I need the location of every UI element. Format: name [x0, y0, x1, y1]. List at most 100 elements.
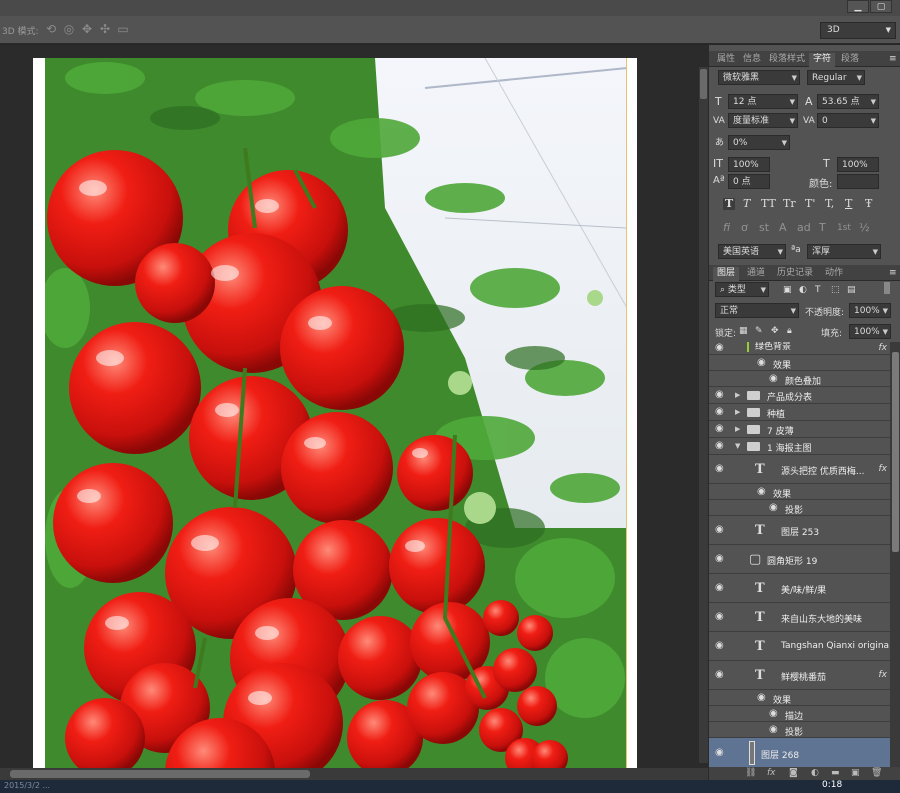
strikethrough-button[interactable]: Ŧ — [865, 198, 872, 210]
visibility-eye-icon[interactable]: ◉ — [715, 583, 727, 593]
layer-row[interactable]: ◉ T 图层 253 — [709, 516, 890, 545]
tab-layers[interactable]: 图层 — [713, 267, 740, 281]
layer-row[interactable]: ◉ 效果 — [709, 355, 890, 371]
layer-row[interactable]: ◉ T 源头把控 优质西梅... fx — [709, 455, 890, 484]
antialias-select[interactable]: 浑厚 ▼ — [807, 244, 881, 259]
tab-paragraph-styles[interactable]: 段落样式 — [765, 53, 809, 67]
kerning-select[interactable]: 度量标准 ▼ — [728, 113, 798, 128]
visibility-eye-icon[interactable]: ◉ — [715, 343, 727, 353]
roll-3d-icon[interactable]: ◎ — [62, 22, 76, 36]
effect-eye-icon[interactable]: ◉ — [769, 374, 781, 384]
layer-row[interactable]: ◉ 图层 268 — [709, 738, 890, 767]
layer-row[interactable]: ◉ ▼ 1 海报主图 — [709, 438, 890, 455]
tracking-field[interactable]: 0 ▼ — [817, 113, 879, 128]
filter-shape-icon[interactable]: ⬚ — [831, 284, 840, 296]
fractions-button[interactable]: ½ — [859, 222, 870, 234]
visibility-eye-icon[interactable]: ◉ — [715, 670, 727, 680]
layer-row[interactable]: ◉ ▶ 种植 — [709, 404, 890, 421]
opacity-field[interactable]: 100% ▼ — [849, 303, 891, 318]
tab-paragraph[interactable]: 段落 — [837, 53, 863, 67]
effect-eye-icon[interactable]: ◉ — [769, 709, 781, 719]
effect-eye-icon[interactable]: ◉ — [769, 503, 781, 513]
layers-scrollbar[interactable] — [890, 342, 900, 767]
layer-row[interactable]: ◉ 投影 — [709, 500, 890, 516]
blend-mode-select[interactable]: 正常 ▼ — [715, 303, 799, 318]
faux-italic-button[interactable]: T — [743, 198, 750, 210]
layer-row[interactable]: ◉ 投影 — [709, 722, 890, 738]
ornaments-button[interactable]: T — [819, 222, 826, 234]
layer-row[interactable]: ◉ T Tangshan Qianxi origina... — [709, 632, 890, 661]
visibility-eye-icon[interactable]: ◉ — [715, 390, 727, 400]
filter-toggle[interactable] — [884, 282, 890, 294]
effect-eye-icon[interactable]: ◉ — [769, 725, 781, 735]
link-layers-icon[interactable]: ⛓ — [745, 768, 756, 778]
collapse-group-icon[interactable]: ▼ — [735, 442, 740, 450]
effects-eye-icon[interactable]: ◉ — [757, 358, 769, 368]
all-caps-button[interactable]: TT — [761, 198, 776, 210]
document-vertical-scrollbar[interactable] — [699, 67, 708, 763]
workspace-select[interactable]: 3D ▼ — [820, 22, 896, 39]
document-horizontal-scrollbar[interactable] — [0, 768, 708, 780]
lock-transparent-icon[interactable]: ▦ — [739, 325, 748, 337]
lock-position-icon[interactable]: ✥ — [771, 325, 779, 337]
titling-alternates-button[interactable]: ad — [797, 222, 811, 234]
minimize-button[interactable]: ▁ — [847, 0, 869, 13]
swash-button[interactable]: st — [759, 222, 769, 234]
font-size-field[interactable]: 12 点 ▼ — [728, 94, 798, 109]
ligatures-button[interactable]: fi — [723, 222, 730, 234]
fill-field[interactable]: 100% ▼ — [849, 324, 891, 339]
underline-button[interactable]: T — [845, 198, 852, 210]
tab-actions[interactable]: 动作 — [821, 267, 847, 281]
subscript-button[interactable]: T, — [825, 198, 834, 210]
layer-row[interactable]: ◉ T 鲜樱桃番茄 fx — [709, 661, 890, 690]
small-caps-button[interactable]: Tr — [783, 198, 796, 210]
visibility-eye-icon[interactable]: ◉ — [715, 612, 727, 622]
filter-pixel-icon[interactable]: ▣ — [783, 284, 792, 296]
new-adjustment-layer-icon[interactable]: ◐ — [811, 768, 819, 778]
visibility-eye-icon[interactable]: ◉ — [715, 424, 727, 434]
faux-bold-button[interactable]: T — [723, 198, 736, 210]
tab-history[interactable]: 历史记录 — [773, 267, 817, 281]
visibility-eye-icon[interactable]: ◉ — [715, 441, 727, 451]
filter-smart-object-icon[interactable]: ▤ — [847, 284, 856, 296]
visibility-eye-icon[interactable]: ◉ — [715, 407, 727, 417]
layers-menu-icon[interactable]: ≡ — [889, 267, 897, 279]
tsume-field[interactable]: 0% ▼ — [728, 135, 790, 150]
leading-field[interactable]: 53.65 点 ▼ — [817, 94, 879, 109]
visibility-eye-icon[interactable]: ◉ — [715, 554, 727, 564]
layer-row[interactable]: ◉ ▶ 产品成分表 — [709, 387, 890, 404]
visibility-eye-icon[interactable]: ◉ — [715, 464, 727, 474]
horizontal-scale-field[interactable]: 100% — [837, 157, 879, 172]
tab-properties[interactable]: 属性 — [713, 53, 739, 67]
visibility-eye-icon[interactable]: ◉ — [715, 525, 727, 535]
expand-group-icon[interactable]: ▶ — [735, 425, 740, 433]
effects-eye-icon[interactable]: ◉ — [757, 693, 769, 703]
tomato-photo[interactable] — [45, 58, 627, 768]
new-layer-icon[interactable]: ▣ — [851, 768, 860, 778]
expand-group-icon[interactable]: ▶ — [735, 391, 740, 399]
layer-row[interactable]: ◉ T 美/味/鲜/果 — [709, 574, 890, 603]
layer-row[interactable]: ◉ 绿色背景 fx — [709, 342, 890, 355]
layer-row[interactable]: ◉ 描边 — [709, 706, 890, 722]
language-select[interactable]: 美国英语 ▼ — [718, 244, 786, 259]
fx-indicator-icon[interactable]: fx — [879, 343, 888, 353]
layer-filter-select[interactable]: ⌕ 类型 ▼ — [715, 282, 769, 297]
new-group-icon[interactable]: ▬ — [831, 768, 840, 778]
filter-adjustment-icon[interactable]: ◐ — [799, 284, 807, 296]
font-family-select[interactable]: 微软雅黑 ▼ — [718, 70, 800, 85]
ordinals-button[interactable]: 1st — [837, 222, 851, 234]
layer-row[interactable]: ◉ 颜色叠加 — [709, 371, 890, 387]
fx-indicator-icon[interactable]: fx — [879, 464, 888, 474]
text-color-swatch[interactable] — [837, 174, 879, 189]
maximize-button[interactable]: ▢ — [870, 0, 892, 13]
orbit-3d-icon[interactable]: ⟲ — [44, 22, 58, 36]
font-style-select[interactable]: Regular ▼ — [807, 70, 865, 85]
pan-3d-icon[interactable]: ✥ — [80, 22, 94, 36]
old-style-button[interactable]: ơ — [741, 222, 748, 234]
superscript-button[interactable]: T' — [805, 198, 815, 210]
stylistic-alternates-button[interactable]: A — [779, 222, 787, 234]
visibility-eye-icon[interactable]: ◉ — [715, 748, 727, 758]
tab-channels[interactable]: 通道 — [743, 267, 769, 281]
layer-row[interactable]: ◉ ▶ 7 皮薄 — [709, 421, 890, 438]
lock-all-icon[interactable]: 🔒︎ — [787, 325, 792, 337]
